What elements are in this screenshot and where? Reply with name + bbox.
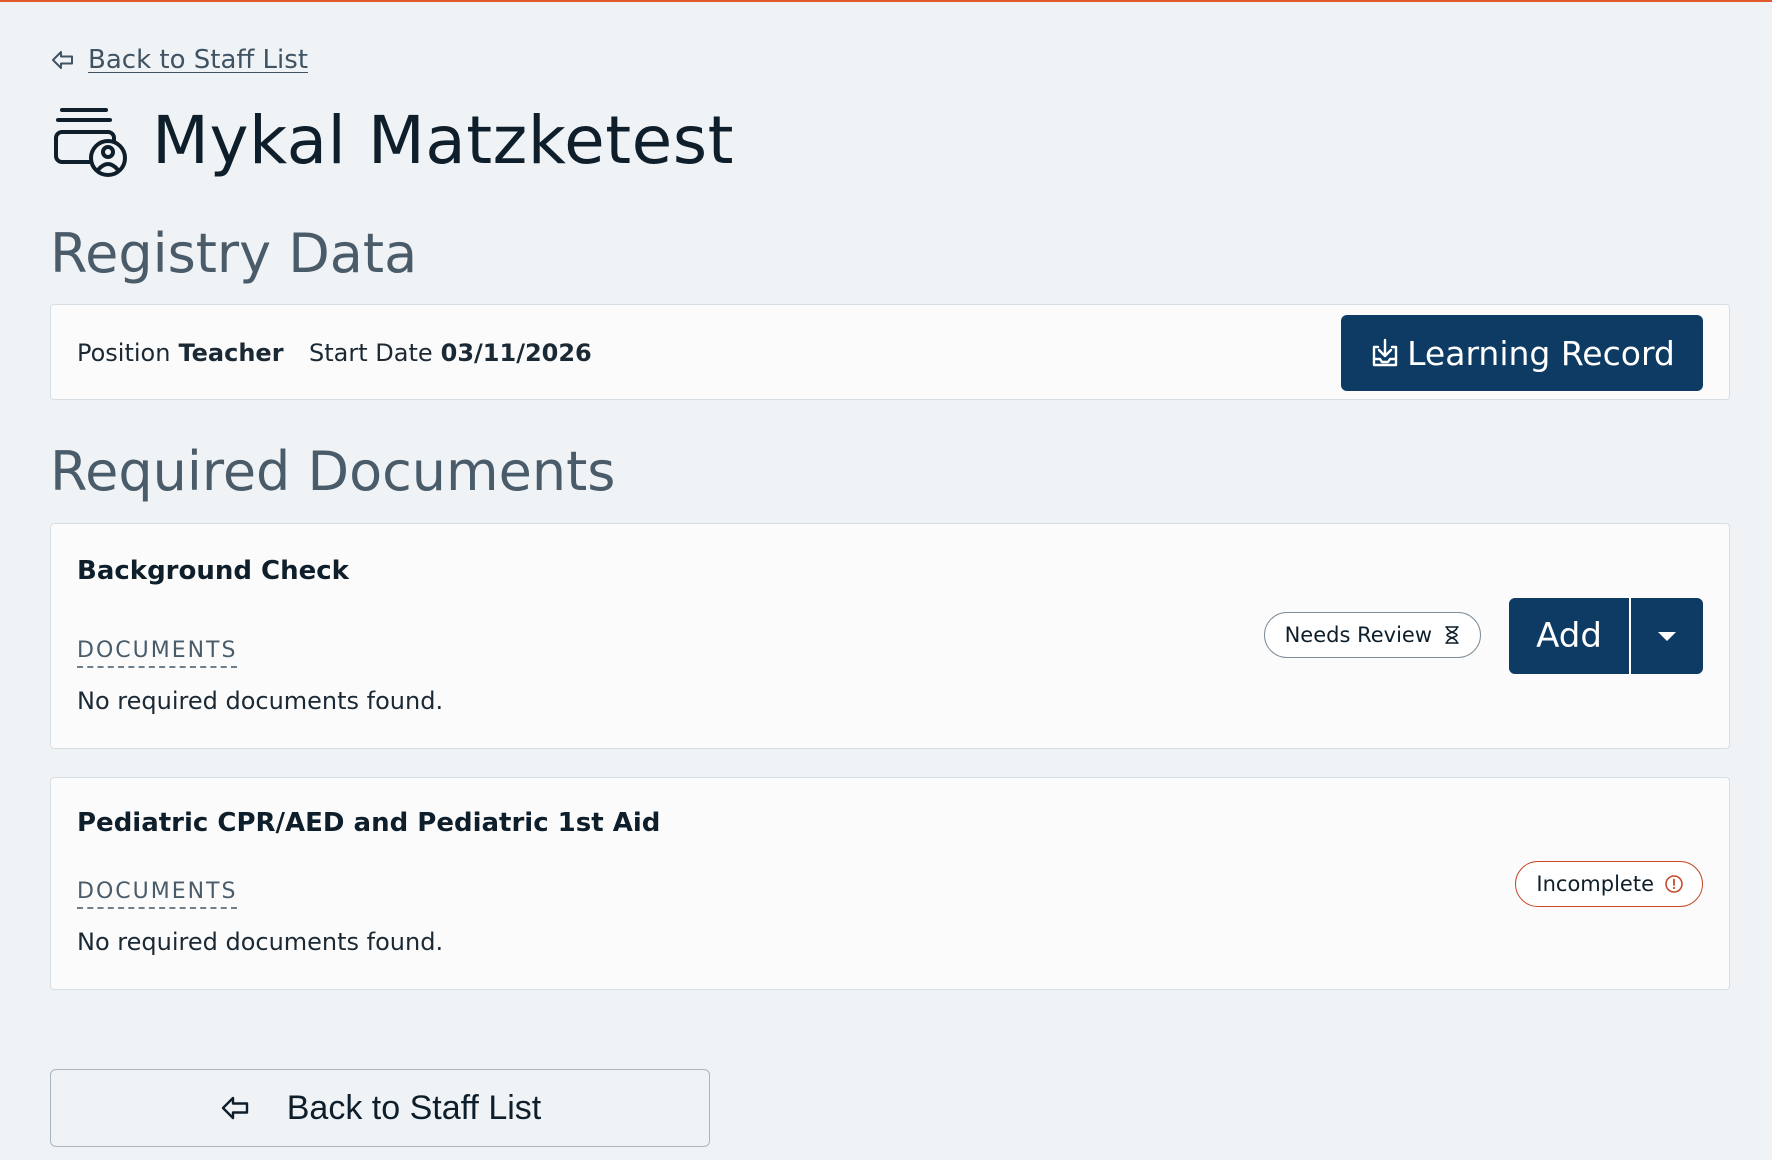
documents-label: DOCUMENTS — [77, 879, 238, 909]
status-badge-incomplete: Incomplete — [1515, 861, 1703, 907]
caret-down-icon — [1658, 632, 1676, 641]
documents-label: DOCUMENTS — [77, 638, 238, 668]
add-document-button[interactable]: Add — [1509, 598, 1629, 674]
start-date-value: 03/11/2026 — [440, 339, 592, 367]
alert-circle-icon — [1665, 875, 1683, 893]
requirement-card-pediatric-cpr: Pediatric CPR/AED and Pediatric 1st Aid … — [50, 777, 1730, 990]
add-document-split-button: Add — [1509, 598, 1703, 674]
arrow-left-icon — [52, 51, 73, 69]
page-header: Mykal Matzketest — [50, 96, 734, 184]
documents-empty-text: No required documents found. — [77, 687, 444, 715]
registry-data-heading: Registry Data — [50, 222, 418, 285]
start-date-field: Start Date 03/11/2026 — [309, 305, 592, 401]
learning-record-label: Learning Record — [1407, 333, 1675, 373]
page-title: Mykal Matzketest — [152, 101, 734, 179]
position-label: Position — [77, 339, 171, 367]
back-to-staff-list-link[interactable]: Back to Staff List — [50, 42, 308, 78]
documents-empty-text: No required documents found. — [77, 928, 444, 956]
learning-record-button[interactable]: Learning Record — [1341, 315, 1703, 391]
staff-list-person-icon — [54, 108, 127, 177]
status-badge-label: Needs Review — [1284, 623, 1432, 647]
requirement-card-background-check: Background Check DOCUMENTS No required d… — [50, 523, 1730, 749]
add-options-dropdown-toggle[interactable] — [1631, 598, 1703, 674]
back-link-label: Back to Staff List — [88, 45, 309, 75]
requirement-name: Background Check — [77, 556, 349, 586]
back-to-staff-list-button[interactable]: Back to Staff List — [50, 1069, 710, 1147]
requirement-name: Pediatric CPR/AED and Pediatric 1st Aid — [77, 808, 661, 838]
arrow-left-icon — [221, 1096, 248, 1120]
download-icon — [1372, 338, 1398, 367]
start-date-label: Start Date — [309, 339, 433, 367]
required-documents-heading: Required Documents — [50, 440, 616, 503]
back-button-label: Back to Staff List — [286, 1088, 542, 1127]
status-badge-needs-review: Needs Review — [1263, 612, 1481, 658]
status-badge-label: Incomplete — [1536, 872, 1654, 896]
split-button-divider — [1629, 598, 1631, 674]
hourglass-icon — [1445, 626, 1459, 644]
position-field: Position Teacher — [77, 305, 284, 401]
registry-data-card: Position Teacher Start Date 03/11/2026 L… — [50, 304, 1730, 400]
staff-detail-page: Back to Staff List Mykal Matzketest Regi… — [50, 0, 1730, 1160]
position-value: Teacher — [178, 339, 284, 367]
